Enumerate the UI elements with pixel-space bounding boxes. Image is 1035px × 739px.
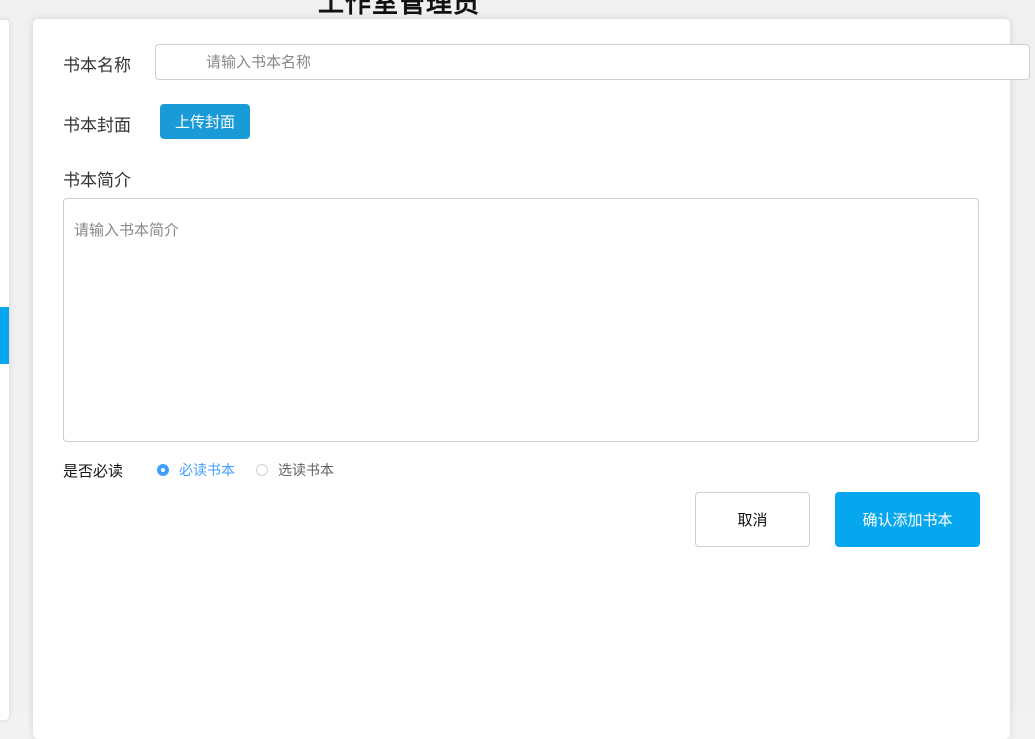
left-side-panel	[0, 20, 9, 720]
confirm-add-book-button[interactable]: 确认添加书本	[835, 492, 980, 547]
cancel-button[interactable]: 取消	[695, 492, 810, 547]
radio-option-optional[interactable]: 选读书本	[256, 460, 334, 480]
radio-optional-label: 选读书本	[278, 463, 334, 479]
radio-option-required[interactable]: 必读书本	[157, 460, 235, 480]
book-cover-label: 书本封面	[63, 116, 131, 136]
left-panel-active-indicator	[0, 307, 9, 364]
radio-required-label: 必读书本	[179, 463, 235, 479]
book-name-input[interactable]	[155, 44, 1030, 80]
radio-checked-icon[interactable]	[157, 464, 169, 476]
book-name-label: 书本名称	[63, 56, 131, 76]
upload-cover-button[interactable]: 上传封面	[160, 104, 250, 139]
book-intro-label: 书本简介	[63, 171, 131, 191]
required-reading-label: 是否必读	[63, 462, 124, 480]
radio-unchecked-icon[interactable]	[256, 464, 268, 476]
book-intro-textarea[interactable]	[63, 198, 979, 442]
add-book-form-card: 书本名称 书本封面 上传封面 书本简介 是否必读 必读书本 选读书本 取消 确认…	[33, 19, 1030, 739]
page-heading: 工作室管理员	[318, 0, 481, 19]
